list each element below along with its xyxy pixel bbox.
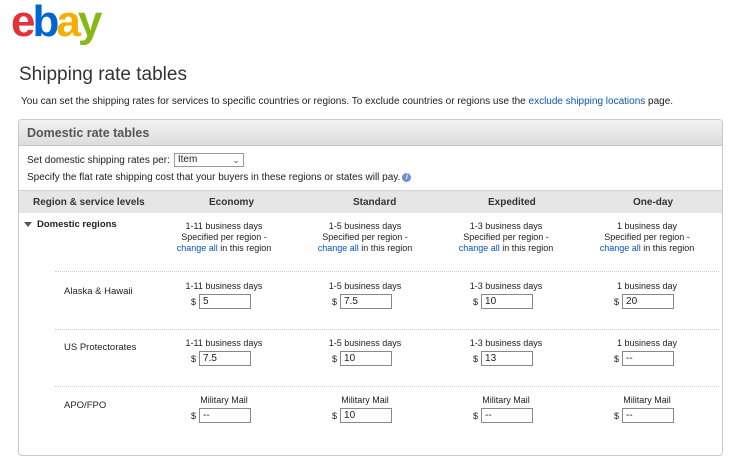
domestic-standard-cell: 1-5 business days Specified per region -… bbox=[317, 221, 413, 253]
region-name: US Protectorates bbox=[64, 342, 137, 353]
column-header-row: Region & service levels Economy Standard… bbox=[19, 190, 722, 213]
col-standard: Standard bbox=[353, 197, 397, 208]
rate-field-wrap: $13 bbox=[473, 351, 534, 366]
region-title: 1-5 business days bbox=[328, 338, 402, 348]
rate-input[interactable]: 7.5 bbox=[199, 351, 252, 366]
col-region: Region & service levels bbox=[33, 197, 145, 208]
rate-field-wrap: $ -- bbox=[473, 408, 534, 423]
change-all-link[interactable]: change all bbox=[318, 243, 359, 253]
col-economy: Economy bbox=[209, 197, 255, 208]
panel-title: Domestic rate tables bbox=[19, 120, 722, 146]
chevron-down-icon: ⌄ bbox=[232, 155, 240, 165]
rate-field-wrap: $ -- bbox=[614, 408, 675, 423]
region-title: 1 business day bbox=[616, 281, 678, 291]
rate-input[interactable]: -- bbox=[481, 408, 534, 423]
region-title: 1-5 business days bbox=[328, 281, 402, 291]
change-all-link[interactable]: change all bbox=[600, 243, 641, 253]
region-title: Military Mail bbox=[341, 395, 389, 405]
col-oneday: One-day bbox=[633, 197, 674, 208]
domestic-expedited-cell: 1-3 business days Specified per region -… bbox=[458, 221, 554, 253]
region-title: 1-3 business days bbox=[469, 281, 543, 291]
rate-input[interactable]: 7.5 bbox=[340, 294, 393, 309]
rate-field-wrap: $7.5 bbox=[332, 294, 393, 309]
region-title: 1-11 business days bbox=[185, 338, 263, 348]
ebay-logo[interactable]: ebay bbox=[11, 0, 102, 44]
rate-input[interactable]: 10 bbox=[481, 294, 534, 309]
region-name: APO/FPO bbox=[64, 400, 107, 411]
rate-input[interactable]: 10 bbox=[340, 408, 393, 423]
change-all-link[interactable]: change all bbox=[177, 243, 218, 253]
rate-input[interactable]: 5 bbox=[199, 294, 252, 309]
row-divider bbox=[55, 329, 719, 330]
region-title: 1-3 business days bbox=[469, 338, 543, 348]
region-title: Military Mail bbox=[482, 395, 530, 405]
region-title: 1-11 business days bbox=[185, 281, 263, 291]
triangle-down-icon bbox=[24, 221, 32, 227]
rate-input[interactable]: 13 bbox=[481, 351, 534, 366]
rates-per-row: Set domestic shipping rates per: Item ⌄ bbox=[27, 153, 244, 167]
domestic-regions-toggle[interactable]: Domestic regions bbox=[24, 219, 117, 230]
specify-text-row: Specify the flat rate shipping cost that… bbox=[27, 172, 412, 183]
rate-input[interactable]: 10 bbox=[340, 351, 393, 366]
rate-field-wrap: $10 bbox=[332, 351, 393, 366]
rate-input[interactable]: 20 bbox=[622, 294, 675, 309]
region-title: Military Mail bbox=[623, 395, 671, 405]
rate-input[interactable]: -- bbox=[622, 351, 675, 366]
row-divider bbox=[55, 386, 719, 387]
rate-field-wrap: $5 bbox=[191, 294, 252, 309]
rates-per-label: Set domestic shipping rates per: bbox=[27, 154, 170, 166]
info-icon[interactable]: i bbox=[402, 173, 412, 182]
rate-field-wrap: $7.5 bbox=[191, 351, 252, 366]
intro-text: You can set the shipping rates for servi… bbox=[21, 96, 674, 107]
domestic-oneday-cell: 1 business day Specified per region - ch… bbox=[599, 221, 695, 253]
domestic-rate-panel: Domestic rate tables Set domestic shippi… bbox=[18, 119, 723, 456]
page-title: Shipping rate tables bbox=[19, 64, 187, 85]
rate-field-wrap: $20 bbox=[614, 294, 675, 309]
rates-per-select[interactable]: Item ⌄ bbox=[173, 153, 244, 167]
region-name: Alaska & Hawaii bbox=[64, 286, 133, 297]
rate-field-wrap: $10 bbox=[332, 408, 393, 423]
row-divider bbox=[55, 271, 719, 272]
domestic-economy-cell: 1-11 business days Specified per region … bbox=[176, 221, 272, 253]
rate-field-wrap: $ -- bbox=[191, 408, 252, 423]
region-title: 1 business day bbox=[616, 338, 678, 348]
col-expedited: Expedited bbox=[488, 197, 536, 208]
change-all-link[interactable]: change all bbox=[459, 243, 500, 253]
rate-field-wrap: $10 bbox=[473, 294, 534, 309]
rate-field-wrap: $ -- bbox=[614, 351, 675, 366]
rate-input[interactable]: -- bbox=[199, 408, 252, 423]
exclude-locations-link[interactable]: exclude shipping locations bbox=[529, 96, 646, 107]
rate-input[interactable]: -- bbox=[622, 408, 675, 423]
region-title: Military Mail bbox=[200, 395, 248, 405]
